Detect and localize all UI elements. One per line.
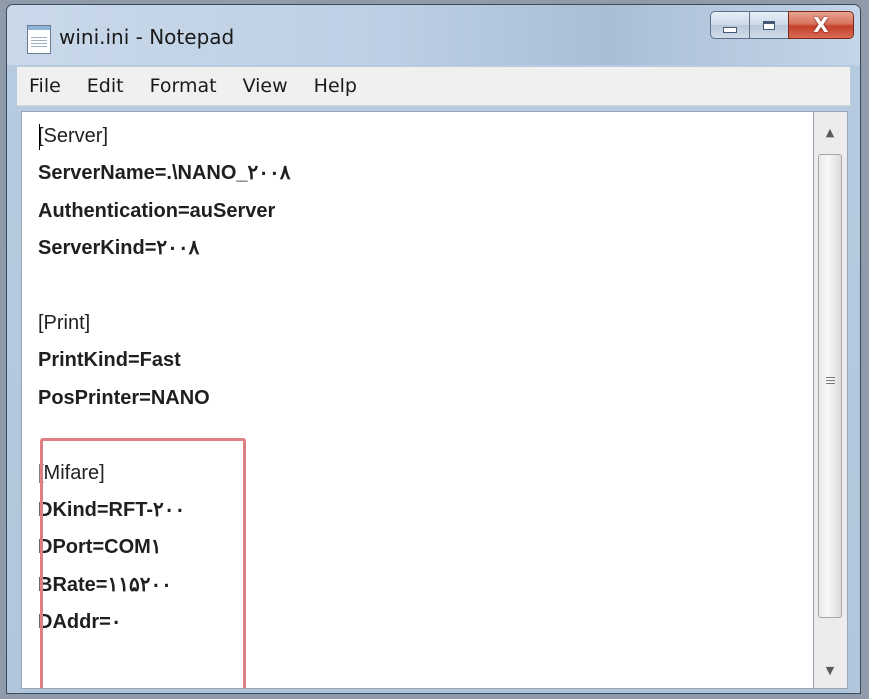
maximize-icon [763,20,775,30]
editor-line: ServerName=.\NANO_۲۰۰۸ [38,162,291,185]
editor-line: PrintKind=Fast [38,349,181,372]
menu-edit[interactable]: Edit [87,75,124,97]
menu-file[interactable]: File [29,75,61,97]
editor-line: [Server] [38,125,109,147]
menu-bar: File Edit Format View Help [17,67,850,106]
minimize-button[interactable] [710,11,750,39]
editor-line: ServerKind=۲۰۰۸ [38,237,200,260]
notepad-icon[interactable] [27,25,51,54]
scrollbar-grip-icon [826,377,835,385]
editor-line: PosPrinter=NANO [38,386,210,409]
editor-line: [Print] [38,311,91,334]
menu-help[interactable]: Help [314,75,357,97]
menu-view[interactable]: View [243,75,288,97]
window-title: wini.ini - Notepad [59,25,235,49]
text-editor[interactable]: [Server] ServerName=.\NANO_۲۰۰۸ Authenti… [21,111,814,689]
scroll-down-arrow-icon[interactable]: ▼ [814,654,846,686]
mifare-section-highlight [40,438,246,688]
vertical-scrollbar[interactable]: ▲ ▼ [814,111,848,689]
title-bar[interactable]: wini.ini - Notepad X [7,5,860,65]
maximize-button[interactable] [749,11,789,39]
caption-buttons: X [710,11,854,41]
notepad-window: wini.ini - Notepad X File Edit Format Vi… [6,4,861,694]
text-cursor [39,124,40,150]
scrollbar-thumb[interactable] [818,154,842,618]
minimize-icon [723,27,737,33]
close-icon: X [813,13,829,37]
scroll-up-arrow-icon[interactable]: ▲ [814,116,846,148]
editor-line: Authentication=auServer [38,199,276,222]
close-button[interactable]: X [788,11,854,39]
menu-format[interactable]: Format [150,75,217,97]
